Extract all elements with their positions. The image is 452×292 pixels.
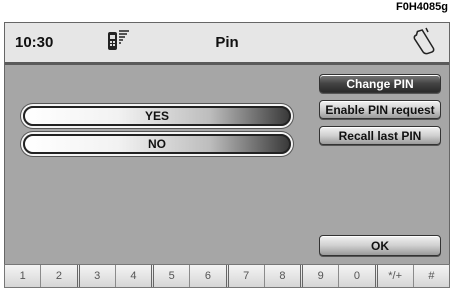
keypad-key-0[interactable]: 0 <box>339 265 378 287</box>
ok-button[interactable]: OK <box>319 235 441 256</box>
yes-button[interactable]: YES <box>23 106 291 126</box>
status-bar: 10:30 Pin <box>5 23 449 65</box>
enable-pin-request-button[interactable]: Enable PIN request <box>319 100 441 119</box>
keypad-key-1[interactable]: 1 <box>5 265 42 287</box>
mobile-phone-icon <box>413 27 435 55</box>
keypad-key-6[interactable]: 6 <box>190 265 229 287</box>
keypad-key-9[interactable]: 9 <box>303 265 340 287</box>
figure-code: F0H4085g <box>396 1 448 13</box>
keypad-key-7[interactable]: 7 <box>228 265 265 287</box>
recall-last-pin-button[interactable]: Recall last PIN <box>319 126 441 145</box>
keypad-key-hash[interactable]: # <box>413 265 449 287</box>
change-pin-button[interactable]: Change PIN <box>319 74 441 93</box>
keypad-key-4[interactable]: 4 <box>115 265 154 287</box>
keypad-key-5[interactable]: 5 <box>154 265 191 287</box>
keypad-key-2[interactable]: 2 <box>41 265 80 287</box>
no-button[interactable]: NO <box>23 134 291 154</box>
keypad: 1 2 3 4 5 6 7 8 9 0 */+ # <box>4 264 450 288</box>
keypad-key-3[interactable]: 3 <box>79 265 116 287</box>
keypad-key-8[interactable]: 8 <box>264 265 303 287</box>
pin-screen: 10:30 Pin YES NO Change PIN Enable PIN r… <box>4 22 450 270</box>
keypad-key-star-plus[interactable]: */+ <box>377 265 414 287</box>
page-title: Pin <box>215 34 239 51</box>
